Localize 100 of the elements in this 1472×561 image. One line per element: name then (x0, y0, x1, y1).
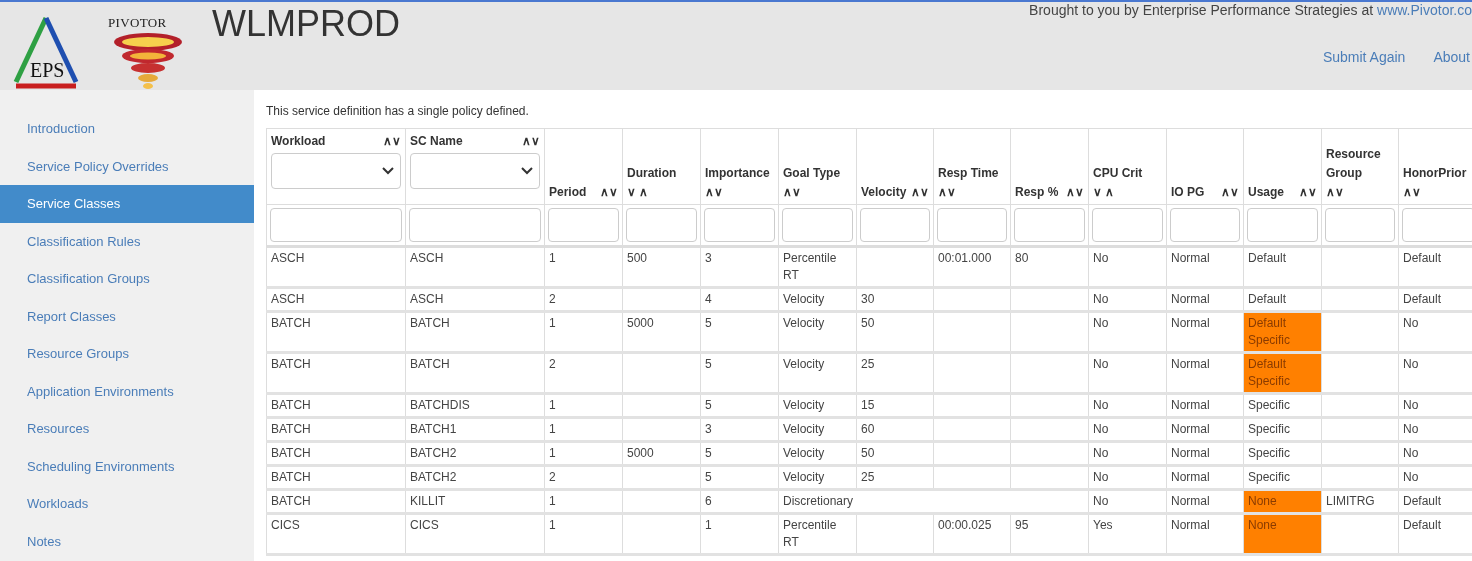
header-label: Usage (1248, 184, 1285, 201)
sort-arrows[interactable]: ∧∨ (383, 132, 401, 150)
nav-link[interactable]: About (1433, 47, 1470, 68)
filter-dropdown[interactable] (410, 153, 540, 189)
table-cell: BATCH (266, 311, 406, 353)
sidebar-item[interactable]: Notes (0, 522, 254, 560)
sidebar-item[interactable]: Report Classes (0, 297, 254, 335)
sidebar-item[interactable]: Resource Groups (0, 335, 254, 373)
sidebar-item[interactable]: Introduction (0, 110, 254, 148)
table-cell: No (1398, 352, 1472, 394)
eps-logo: EPS (8, 12, 88, 90)
sidebar-item[interactable]: Service Policy Overrides (0, 147, 254, 185)
filter-input[interactable] (937, 208, 1007, 242)
filter-input[interactable] (1014, 208, 1085, 242)
table-cell: 2 (544, 287, 623, 312)
table-cell: Normal (1166, 417, 1244, 442)
nav-link[interactable]: Submit Again (1322, 47, 1406, 68)
table-cell: No (1088, 465, 1167, 490)
filter-input[interactable] (1170, 208, 1240, 242)
table-cell: 3 (700, 417, 779, 442)
filter-input[interactable] (270, 208, 402, 242)
sort-arrows[interactable]: ∨ ∧ (1093, 183, 1115, 202)
table-cell: BATCHDIS (405, 393, 545, 418)
sidebar-item[interactable]: Service Classes (0, 185, 254, 223)
chevron-down-icon (521, 167, 533, 175)
filter-input[interactable] (1092, 208, 1163, 242)
sidebar-item[interactable]: Scheduling Environments (0, 447, 254, 485)
table-cell: Specific (1243, 393, 1322, 418)
table-cell: 2 (544, 352, 623, 394)
table-cell: Specific (1243, 465, 1322, 490)
table-cell: 95 (1010, 513, 1089, 555)
table-cell: Specific (1243, 441, 1322, 466)
policy-note: This service definition has a single policy defined. (266, 103, 530, 120)
page-title: WLMPROD (212, 6, 400, 42)
table-cell: BATCH (266, 489, 406, 514)
header-label: IO PG (1171, 184, 1205, 201)
table-cell: 1 (700, 513, 779, 555)
table-cell: 00:01.000 (933, 246, 1011, 288)
sidebar-item[interactable]: Workloads (0, 485, 254, 523)
table-cell: Normal (1166, 489, 1244, 514)
filter-input[interactable] (1402, 208, 1472, 242)
sort-arrows[interactable]: ∧∨ (938, 183, 956, 202)
table-cell: 60 (856, 417, 934, 442)
table-cell: Velocity (778, 287, 857, 312)
header-label: Period (549, 184, 587, 201)
sort-arrows[interactable]: ∧∨ (600, 183, 618, 202)
table-cell: 2 (544, 465, 623, 490)
table-cell: CICS (266, 513, 406, 555)
website-link[interactable]: www.Pivotor.co (1377, 0, 1472, 21)
filter-input[interactable] (1247, 208, 1318, 242)
table-cell: Default Specific (1243, 352, 1322, 394)
sort-arrows[interactable]: ∧∨ (522, 132, 540, 150)
table-cell: 5 (700, 311, 779, 353)
table-cell: Normal (1166, 352, 1244, 394)
sort-arrows[interactable]: ∧∨ (783, 183, 801, 202)
filter-input[interactable] (860, 208, 930, 242)
table-cell: BATCH (266, 465, 406, 490)
sort-arrows[interactable]: ∧∨ (1326, 183, 1344, 202)
table-cell: BATCH (405, 311, 545, 353)
table-cell: 500 (622, 246, 701, 288)
table-cell: BATCH (266, 352, 406, 394)
sort-arrows[interactable]: ∧∨ (705, 183, 723, 202)
header-label: Resp % (1015, 184, 1059, 201)
table-cell: No (1088, 417, 1167, 442)
table-cell: Percentile RT (778, 513, 857, 555)
sort-arrows[interactable]: ∧∨ (1066, 183, 1084, 202)
table-cell: 3 (700, 246, 779, 288)
table-cell: 1 (544, 441, 623, 466)
filter-input[interactable] (1325, 208, 1395, 242)
sort-arrows[interactable]: ∧∨ (1221, 183, 1239, 202)
table-cell: 5 (700, 465, 779, 490)
table-cell: 80 (1010, 246, 1089, 288)
table-cell: Discretionary (778, 489, 857, 514)
sort-arrows[interactable]: ∧∨ (911, 183, 929, 202)
table-cell: 1 (544, 246, 623, 288)
table-cell: 1 (544, 311, 623, 353)
filter-input[interactable] (409, 208, 541, 242)
filter-input[interactable] (782, 208, 853, 242)
filter-input[interactable] (548, 208, 619, 242)
table-cell: Normal (1166, 465, 1244, 490)
filter-input[interactable] (626, 208, 697, 242)
sidebar-item[interactable]: Classification Groups (0, 260, 254, 298)
sort-arrows[interactable]: ∧∨ (1403, 183, 1421, 202)
sidebar-item[interactable]: Application Environments (0, 372, 254, 410)
table-cell: No (1398, 417, 1472, 442)
table-cell: Normal (1166, 311, 1244, 353)
sidebar-item[interactable]: Classification Rules (0, 222, 254, 260)
table-cell: Specific (1243, 417, 1322, 442)
table-cell: Velocity (778, 441, 857, 466)
table-cell: BATCH (405, 352, 545, 394)
table-cell: BATCH (266, 441, 406, 466)
table-cell: CICS (405, 513, 545, 555)
sort-arrows[interactable]: ∧∨ (1299, 183, 1317, 202)
filter-input[interactable] (704, 208, 775, 242)
table-cell: Normal (1166, 441, 1244, 466)
sidebar-item[interactable]: Resources (0, 410, 254, 448)
sort-arrows[interactable]: ∨ ∧ (627, 183, 649, 202)
table-cell: Velocity (778, 417, 857, 442)
filter-dropdown[interactable] (271, 153, 401, 189)
table-cell: Velocity (778, 465, 857, 490)
